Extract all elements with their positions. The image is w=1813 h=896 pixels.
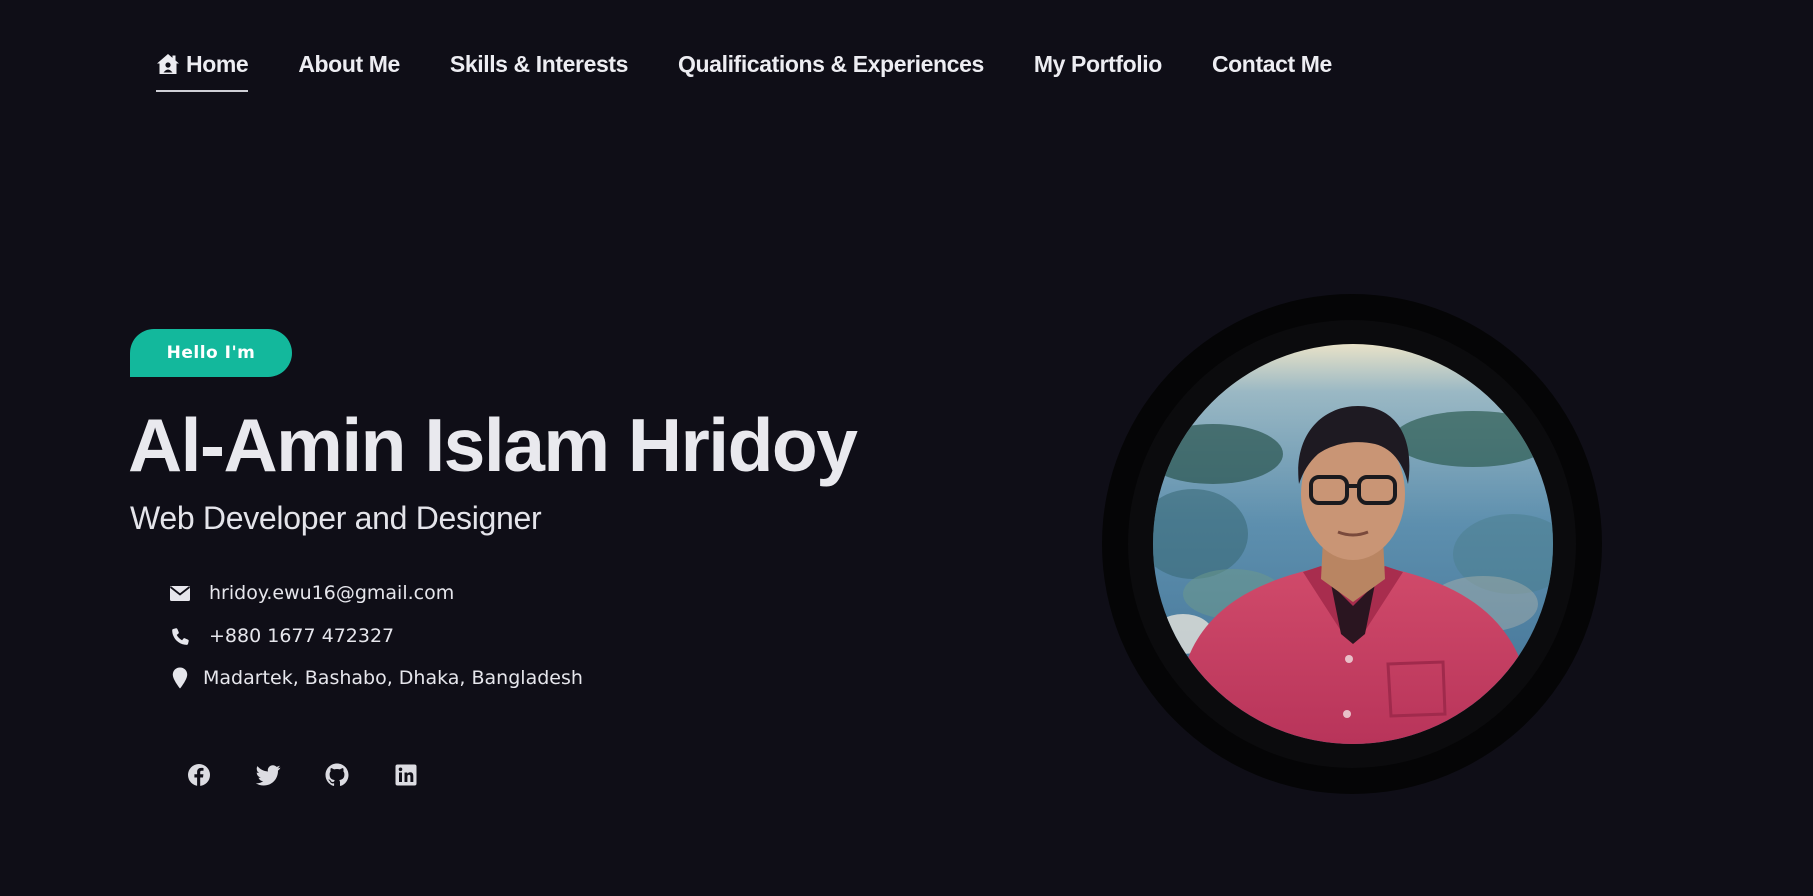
nav-item-qualifications[interactable]: Qualifications & Experiences [678, 46, 984, 82]
twitter-icon[interactable] [255, 762, 281, 788]
nav-label-about: About Me [298, 50, 400, 77]
page: Home About Me Skills & Interests Qualifi… [0, 0, 1813, 896]
hero-role: Web Developer and Designer [130, 500, 542, 536]
map-marker-icon [168, 667, 192, 689]
nav-label-skills: Skills & Interests [449, 50, 629, 77]
nav-label-qualifications: Qualifications & Experiences [678, 50, 984, 77]
envelope-icon [168, 582, 192, 604]
nav-item-about[interactable]: About Me [298, 46, 400, 82]
nav-label-contact: Contact Me [1211, 50, 1332, 77]
email-text[interactable]: hridoy.ewu16@gmail.com [209, 582, 454, 604]
hero-name: Al-Amin Islam Hridoy [128, 403, 858, 487]
nav-label-home: Home [186, 50, 249, 77]
phone-text[interactable]: +880 1677 472327 [209, 625, 394, 647]
phone-icon [168, 625, 192, 647]
home-icon [156, 53, 180, 75]
linkedin-icon[interactable] [393, 762, 419, 788]
github-icon[interactable] [324, 762, 350, 788]
main-nav: Home About Me Skills & Interests Qualifi… [156, 46, 1332, 92]
social-links [186, 762, 419, 788]
profile-photo [1153, 344, 1553, 744]
contact-email: hridoy.ewu16@gmail.com [168, 582, 454, 604]
contact-address: Madartek, Bashabo, Dhaka, Bangladesh [168, 667, 583, 689]
nav-item-home[interactable]: Home [156, 46, 249, 92]
nav-item-portfolio[interactable]: My Portfolio [1034, 46, 1162, 82]
facebook-icon[interactable] [186, 762, 212, 788]
greeting-badge: Hello I'm [130, 329, 292, 377]
nav-label-portfolio: My Portfolio [1033, 50, 1162, 77]
nav-item-skills[interactable]: Skills & Interests [449, 46, 629, 82]
address-text: Madartek, Bashabo, Dhaka, Bangladesh [203, 667, 583, 689]
contact-phone: +880 1677 472327 [168, 625, 394, 647]
nav-item-contact[interactable]: Contact Me [1212, 46, 1332, 82]
